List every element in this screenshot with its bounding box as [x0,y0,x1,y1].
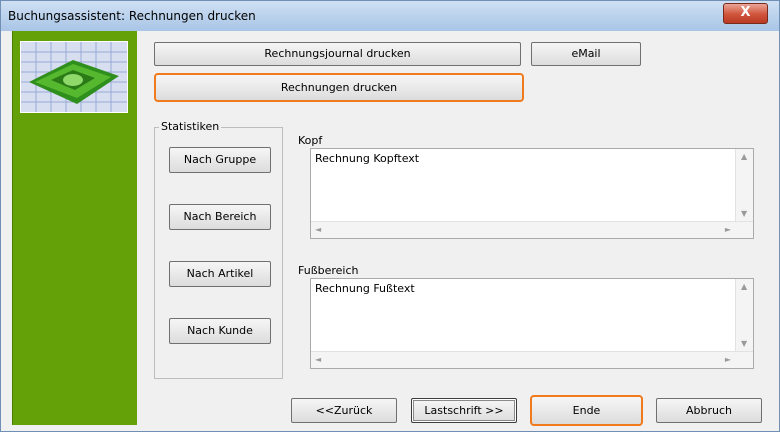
email-button[interactable]: eMail [531,42,641,66]
dialog-window: Buchungsassistent: Rechnungen drucken X [0,0,780,432]
stats-by-group-button[interactable]: Nach Gruppe [169,147,271,173]
finish-button[interactable]: Ende [530,395,643,426]
footer-vertical-scrollbar[interactable]: ▲ ▼ [735,279,753,351]
header-vertical-scrollbar[interactable]: ▲ ▼ [735,149,753,221]
stats-by-article-button[interactable]: Nach Artikel [169,261,271,287]
sidebar-panel [12,31,138,425]
scroll-up-icon[interactable]: ▲ [741,282,747,291]
header-text-label: Kopf [298,134,323,147]
header-horizontal-scrollbar[interactable]: ◄ ► [311,221,753,238]
footer-text-label: Fußbereich [298,264,359,277]
scroll-down-icon[interactable]: ▼ [741,209,747,218]
cancel-button[interactable]: Abbruch [656,398,762,423]
footer-text-field[interactable]: Rechnung Fußtext ▲ ▼ ◄ ► [310,278,754,369]
scroll-left-icon[interactable]: ◄ [315,225,321,234]
print-journal-button[interactable]: Rechnungsjournal drucken [154,42,521,66]
scroll-left-icon[interactable]: ◄ [315,355,321,364]
stats-by-customer-button[interactable]: Nach Kunde [169,318,271,344]
title-bar: Buchungsassistent: Rechnungen drucken X [1,1,779,31]
statistics-legend: Statistiken [159,120,222,133]
footer-horizontal-scrollbar[interactable]: ◄ ► [311,351,753,368]
scroll-up-icon[interactable]: ▲ [741,152,747,161]
header-text-field[interactable]: Rechnung Kopftext ▲ ▼ ◄ ► [310,148,754,239]
close-icon: X [740,5,751,20]
stats-by-area-button[interactable]: Nach Bereich [169,204,271,230]
invoice-logo-icon [20,41,128,113]
window-title: Buchungsassistent: Rechnungen drucken [8,9,256,23]
header-text-value: Rechnung Kopftext [315,152,420,165]
footer-text-value: Rechnung Fußtext [315,282,415,295]
next-direct-debit-button[interactable]: Lastschrift >> [411,398,517,423]
statistics-group: Statistiken Nach Gruppe Nach Bereich Nac… [154,120,283,379]
scroll-right-icon[interactable]: ► [725,225,731,234]
scroll-right-icon[interactable]: ► [725,355,731,364]
content-area: Rechnungsjournal drucken eMail Rechnunge… [137,31,767,426]
close-button[interactable]: X [723,3,768,24]
back-button[interactable]: <<Zurück [291,398,397,423]
scroll-down-icon[interactable]: ▼ [741,339,747,348]
print-invoices-button[interactable]: Rechnungen drucken [154,73,524,102]
